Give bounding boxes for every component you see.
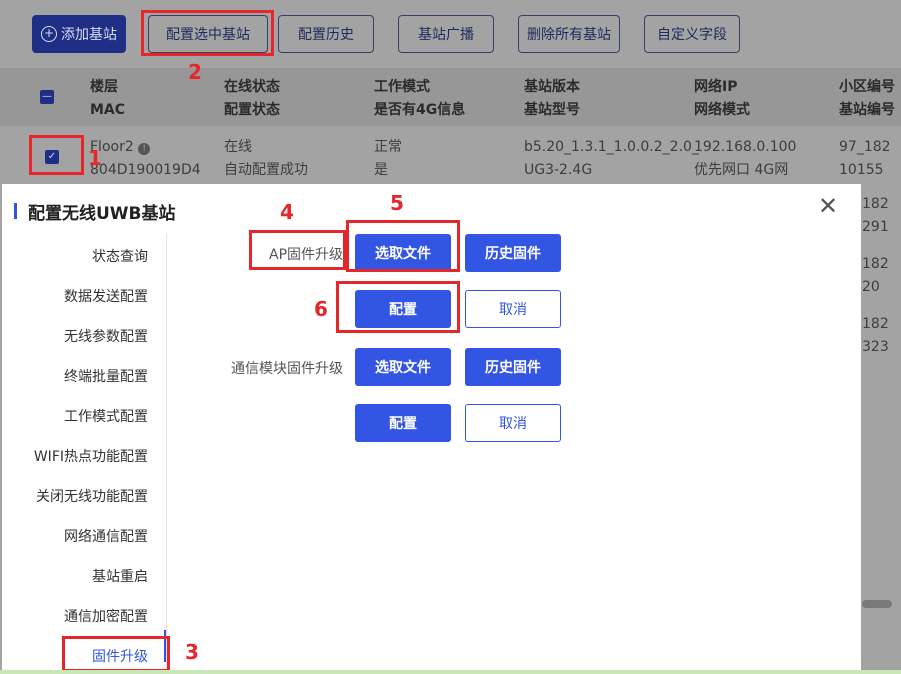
- toolbar: + 添加基站 配置选中基站 配置历史 基站广播 删除所有基站 自定义字段: [0, 15, 901, 57]
- cell-network: 192.168.0.100 优先网口 4G网: [694, 139, 797, 178]
- header-floor-mac: 楼层 MAC: [90, 79, 126, 118]
- annotation-number-6: 6: [314, 297, 328, 321]
- comm-configure-button[interactable]: 配置: [355, 404, 451, 442]
- cell-floor-mac: Floor2 ! 804D190019D4: [90, 139, 201, 178]
- annotation-box-5: [346, 220, 460, 272]
- config-history-label: 配置历史: [298, 27, 354, 43]
- cell-version: b5.20_1.3.1_1.0.0.2_2.0_ UG3-2.4G: [524, 139, 699, 178]
- broadcast-button[interactable]: 基站广播: [398, 15, 494, 53]
- ap-history-firmware-button[interactable]: 历史固件: [465, 234, 561, 272]
- annotation-number-4: 4: [280, 200, 294, 224]
- sidebar-item-network-comm[interactable]: 网络通信配置: [64, 526, 148, 546]
- delete-all-label: 删除所有基站: [527, 27, 611, 43]
- comm-cancel-button[interactable]: 取消: [465, 404, 561, 442]
- annotation-box-4: [249, 230, 346, 270]
- ap-cancel-button[interactable]: 取消: [465, 290, 561, 328]
- broadcast-label: 基站广播: [418, 27, 474, 43]
- config-history-button[interactable]: 配置历史: [278, 15, 374, 53]
- sidebar-item-disable-wireless[interactable]: 关闭无线功能配置: [36, 486, 148, 506]
- header-network: 网络IP 网络模式: [694, 79, 750, 118]
- partial-row-text: 182: [862, 256, 889, 272]
- partial-row-text: 291: [862, 219, 889, 235]
- annotation-number-5: 5: [390, 191, 404, 215]
- comm-firmware-label: 通信模块固件升级: [231, 361, 343, 377]
- comm-history-firmware-button[interactable]: 历史固件: [465, 348, 561, 386]
- sidebar-item-status[interactable]: 状态查询: [92, 246, 148, 266]
- sidebar-item-work-mode[interactable]: 工作模式配置: [64, 406, 148, 426]
- cell-status: 在线 自动配置成功: [224, 139, 308, 178]
- table-row[interactable]: ✓ Floor2 ! 804D190019D4 在线 自动配置成功 正常是 b5.…: [0, 126, 901, 184]
- sidebar-item-wifi-hotspot[interactable]: WIFI热点功能配置: [34, 446, 148, 466]
- comm-select-file-button[interactable]: 选取文件: [355, 348, 451, 386]
- annotation-number-1: 1: [88, 146, 102, 170]
- sidebar-item-encryption[interactable]: 通信加密配置: [64, 606, 148, 626]
- select-all-checkbox[interactable]: —: [40, 90, 54, 104]
- header-status: 在线状态 配置状态: [224, 79, 280, 118]
- partial-row-text: 182: [862, 316, 889, 332]
- header-version: 基站版本 基站型号: [524, 79, 580, 118]
- annotation-number-2: 2: [188, 60, 202, 84]
- annotation-box-3: [62, 636, 170, 672]
- modal-title: 配置无线UWB基站: [28, 204, 176, 224]
- add-station-label: 添加基站: [61, 27, 117, 43]
- horizontal-scrollbar[interactable]: [862, 600, 892, 608]
- sidebar-item-terminal-batch[interactable]: 终端批量配置: [64, 366, 148, 386]
- info-icon: !: [138, 143, 151, 155]
- modal-sidebar: 状态查询 数据发送配置 无线参数配置 终端批量配置 工作模式配置 WIFI热点功…: [2, 234, 167, 674]
- title-accent-bar: [14, 203, 17, 219]
- custom-field-label: 自定义字段: [657, 27, 727, 43]
- sidebar-item-restart[interactable]: 基站重启: [92, 566, 148, 586]
- annotation-number-3: 3: [185, 640, 199, 664]
- header-cell: 小区编号 基站编号: [839, 79, 895, 118]
- sidebar-item-wireless-params[interactable]: 无线参数配置: [64, 326, 148, 346]
- annotation-box-1: [29, 135, 84, 175]
- table-header: — 楼层 MAC 在线状态 配置状态 工作模式 是否有4G信息 基站版本 基站型号 网络…: [0, 68, 901, 126]
- partial-row-text: 323: [862, 339, 889, 355]
- partial-row-text: 182: [862, 196, 889, 212]
- plus-icon: +: [41, 26, 57, 42]
- header-mode: 工作模式 是否有4G信息: [374, 79, 466, 118]
- add-station-button[interactable]: + 添加基站: [32, 15, 126, 53]
- cell-cell-number: 97_182 10155: [839, 139, 891, 178]
- partial-row-text: 20: [862, 279, 880, 295]
- bottom-strip: [0, 670, 901, 674]
- annotation-box-6: [336, 281, 460, 333]
- annotation-box-2: [141, 10, 274, 56]
- close-icon[interactable]: ✕: [817, 194, 839, 218]
- delete-all-button[interactable]: 删除所有基站: [518, 15, 620, 53]
- cell-mode: 正常是: [374, 139, 402, 178]
- sidebar-item-data-send[interactable]: 数据发送配置: [64, 286, 148, 306]
- custom-field-button[interactable]: 自定义字段: [644, 15, 740, 53]
